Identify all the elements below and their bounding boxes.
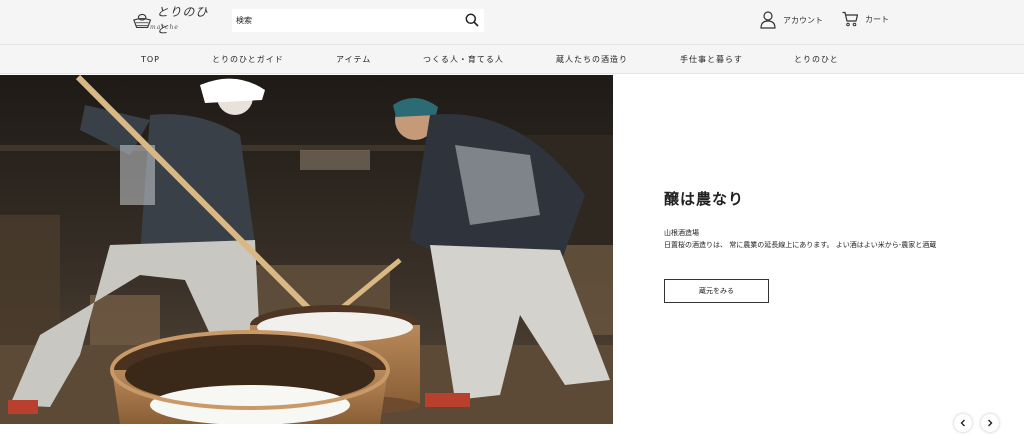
- nav-item-about[interactable]: とりのひと: [794, 45, 839, 74]
- nav-item-top[interactable]: TOP: [141, 45, 160, 74]
- nav-item-makers[interactable]: つくる人・育てる人: [423, 45, 504, 74]
- hero-brewery-name: 山根酒造場: [664, 229, 699, 237]
- cart-label: カート: [865, 14, 889, 24]
- nav-item-items[interactable]: アイテム: [336, 45, 371, 74]
- search-box: [232, 9, 484, 32]
- hero-title: 醸は農なり: [664, 190, 745, 208]
- carousel-prev-button[interactable]: [954, 414, 972, 432]
- search-icon[interactable]: [465, 13, 479, 27]
- nav-item-crafts[interactable]: 手仕事と暮らす: [680, 45, 743, 74]
- user-icon: [760, 11, 776, 29]
- logo-subtext: marche: [150, 24, 179, 31]
- chevron-left-icon: [960, 419, 965, 427]
- nav-item-brewers[interactable]: 蔵人たちの酒造り: [556, 45, 628, 74]
- account-label: アカウント: [783, 15, 823, 25]
- hero-description: 日置桜の酒造りは、 常に農業の延長線上にあります。 よい酒はよい米から-農家と酒…: [664, 241, 937, 249]
- nav-item-guide[interactable]: とりのひとガイド: [212, 45, 284, 74]
- chevron-right-icon: [988, 419, 993, 427]
- account-link[interactable]: アカウント: [760, 11, 823, 29]
- cart-icon: [842, 11, 858, 27]
- logo-text: とりのひと: [156, 5, 209, 36]
- hero-text-block: 醸は農なり: [664, 188, 1004, 209]
- main-nav: TOP とりのひとガイド アイテム つくる人・育てる人 蔵人たちの酒造り 手仕事…: [0, 44, 1024, 74]
- view-brewery-button[interactable]: 蔵元をみる: [664, 279, 769, 303]
- hero-image: [0, 75, 613, 424]
- search-input[interactable]: [236, 9, 456, 32]
- site-header: とりのひと marche アカウント カート: [0, 0, 1024, 44]
- cart-link[interactable]: カート: [842, 11, 889, 27]
- carousel-next-button[interactable]: [981, 414, 999, 432]
